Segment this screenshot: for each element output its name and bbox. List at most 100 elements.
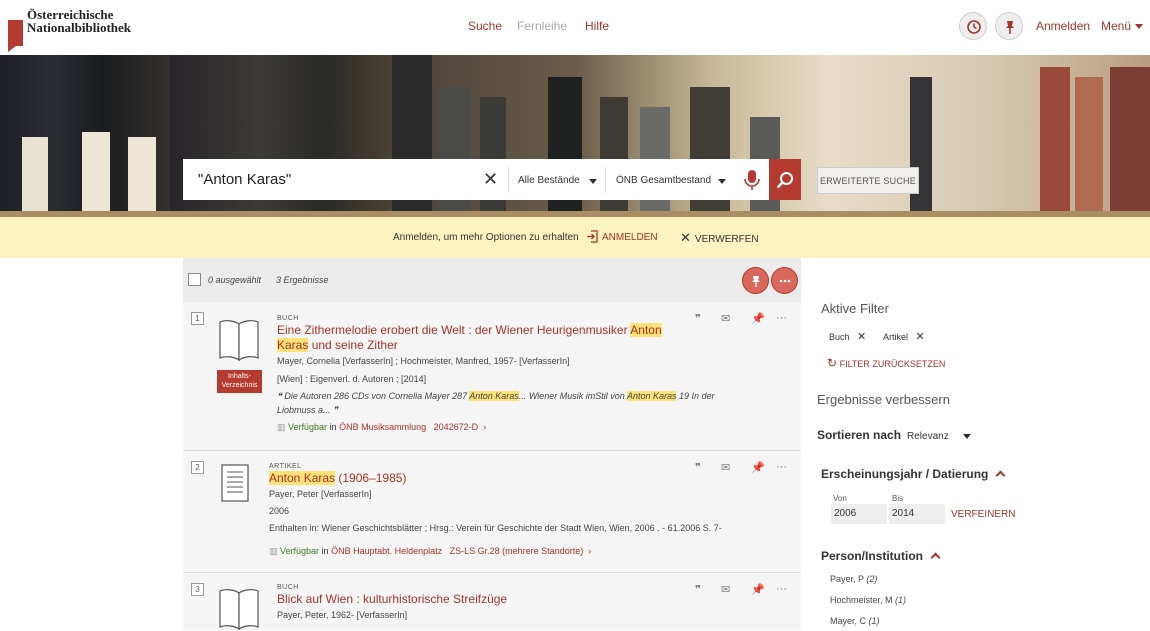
advanced-search-button[interactable]: ERWEITERTE SUCHE [817, 167, 919, 194]
pin-icon [752, 276, 760, 287]
more-icon[interactable]: ··· [776, 461, 787, 473]
notice-login-button[interactable]: ANMELDEN [586, 230, 658, 243]
top-bar: Österreichische Nationalbibliothek Suche … [0, 0, 1150, 55]
collection-select[interactable]: ÖNB Gesamtbestand [616, 175, 711, 186]
filter-chip-artikel[interactable]: Artikel ✕ [883, 330, 925, 343]
email-icon[interactable]: ✉ [721, 312, 730, 325]
result-title[interactable]: Blick auf Wien : kulturhistorische Strei… [277, 592, 507, 607]
search-icon [776, 172, 793, 189]
result-title[interactable]: Eine Zithermelodie erobert die Welt : de… [277, 323, 677, 353]
result-snippet: ❝ Die Autoren 286 CDs von Cornelia Mayer… [277, 391, 715, 415]
facet-item[interactable]: Payer, P (2) [830, 574, 877, 584]
more-icon[interactable]: ··· [776, 312, 787, 324]
pinned-button[interactable] [995, 12, 1023, 40]
availability[interactable]: ▥ Verfügbar in ÖNB Musiksammlung 2042672… [277, 422, 486, 433]
divider [508, 167, 509, 193]
scope-select[interactable]: Alle Bestände [518, 175, 580, 186]
cite-icon[interactable]: ❞ [695, 461, 701, 474]
divider [605, 167, 606, 193]
dismiss-label: VERWERFEN [694, 234, 759, 245]
microphone-icon[interactable] [744, 169, 760, 196]
pin-icon[interactable]: 📌 [751, 461, 765, 474]
article-icon [221, 464, 249, 502]
search-bar: "Anton Karas" ✕ Alle Bestände ÖNB Gesamt… [183, 159, 769, 200]
menu-toggle[interactable]: Menü [1101, 19, 1144, 33]
result-item: 1 Inhalts- Verzeichnis BUCH Eine Zitherme… [183, 302, 801, 451]
history-icon [967, 20, 981, 34]
sort-select[interactable]: Relevanz [907, 431, 971, 442]
toc-line2: Verzeichnis [221, 382, 258, 389]
result-authors: Payer, Peter [VerfasserIn] [269, 489, 372, 499]
close-icon[interactable]: ✕ [916, 331, 925, 343]
shelf-icon: ▥ [277, 422, 289, 432]
chevron-down-icon [718, 179, 726, 184]
improve-results-heading: Ergebnisse verbessern [817, 392, 950, 407]
facet-item[interactable]: Mayer, C (1) [830, 616, 880, 626]
email-icon[interactable]: ✉ [721, 461, 730, 474]
results-toolbar: 0 ausgewählt 3 Ergebnisse [183, 258, 801, 302]
search-button[interactable] [769, 159, 801, 200]
result-title[interactable]: Anton Karas (1906–1985) [269, 471, 406, 486]
result-year: 2006 [269, 506, 290, 516]
pin-selected-button[interactable] [742, 267, 769, 294]
facet-item[interactable]: Hochmeister, M (1) [830, 595, 906, 605]
select-all-checkbox[interactable] [188, 273, 201, 286]
more-icon[interactable]: ··· [776, 583, 787, 595]
result-publisher: [Wien] : Eigenverl. d. Autoren ; [2014] [277, 374, 427, 384]
result-type: BUCH [277, 584, 299, 591]
reset-icon: ↻ [827, 356, 838, 370]
refine-button[interactable]: VERFEINERN [951, 509, 1015, 520]
logo-text: Österreichische Nationalbibliothek [27, 7, 132, 35]
history-button[interactable] [959, 12, 987, 40]
chevron-down-icon [589, 179, 597, 184]
menu-label: Menü [1101, 19, 1132, 33]
pin-icon[interactable]: 📌 [751, 583, 765, 596]
person-facet-heading[interactable]: Person/Institution [821, 549, 941, 563]
result-type: ARTIKEL [269, 463, 302, 470]
selected-count: 0 ausgewählt [208, 275, 262, 285]
chevron-down-icon [962, 433, 971, 439]
reset-filters-button[interactable]: ↻ FILTER ZURÜCKSETZEN [827, 356, 945, 370]
book-icon [219, 320, 259, 362]
pin-icon[interactable]: 📌 [751, 312, 765, 325]
book-icon [219, 589, 259, 631]
clear-search-icon[interactable]: ✕ [483, 169, 498, 190]
cite-icon[interactable]: ❞ [695, 312, 701, 325]
nav-fernleihe[interactable]: Fernleihe [517, 19, 567, 33]
toc-line1: Inhalts- [228, 373, 251, 380]
chevron-up-icon [930, 552, 941, 563]
sort-label: Sortieren nach [817, 428, 902, 442]
more-actions-button[interactable] [771, 267, 798, 294]
logo-flag-icon [8, 20, 23, 52]
result-authors: Payer, Peter, 1962- [VerfasserIn] [277, 610, 408, 620]
result-number: 1 [191, 312, 204, 325]
result-number: 3 [191, 583, 204, 596]
to-label: Bis [892, 494, 904, 503]
nav-suche[interactable]: Suche [468, 19, 502, 33]
filter-sidebar: Aktive Filter Buch ✕ Artikel ✕ ↻ FILTER … [801, 258, 1150, 630]
dismiss-notice-button[interactable]: ✕ VERWERFEN [680, 230, 759, 246]
pin-icon [1006, 21, 1014, 34]
year-from-input[interactable]: 2006 [831, 504, 887, 524]
result-count: 3 Ergebnisse [276, 275, 329, 285]
result-contained-in: Enthalten in: Wiener Geschichtsblätter ;… [269, 523, 722, 533]
year-facet-heading[interactable]: Erscheinungsjahr / Datierung [821, 467, 1006, 481]
year-to-input[interactable]: 2014 [889, 504, 945, 524]
close-icon: ✕ [680, 230, 691, 245]
chevron-down-icon [1135, 24, 1144, 30]
result-authors: Mayer, Cornelia [VerfasserIn] ; Hochmeis… [277, 356, 570, 366]
search-input[interactable]: "Anton Karas" [198, 171, 291, 188]
cite-icon[interactable]: ❞ [695, 583, 701, 596]
shelf-icon: ▥ [269, 546, 281, 556]
availability[interactable]: ▥ Verfügbar in ÖNB Hauptabt. Heldenplatz… [269, 546, 591, 557]
result-number: 2 [191, 461, 204, 474]
login-icon [587, 230, 598, 243]
email-icon[interactable]: ✉ [721, 583, 730, 596]
result-item: 3 BUCH Blick auf Wien : kulturhistorisch… [183, 573, 801, 631]
login-link[interactable]: Anmelden [1036, 19, 1090, 33]
toc-badge[interactable]: Inhalts- Verzeichnis [217, 370, 262, 393]
close-icon[interactable]: ✕ [857, 331, 866, 343]
filter-chip-buch[interactable]: Buch ✕ [829, 330, 866, 343]
nav-hilfe[interactable]: Hilfe [585, 19, 609, 33]
result-item: 2 ARTIKEL Anton Karas (1906–1985) Payer,… [183, 451, 801, 573]
